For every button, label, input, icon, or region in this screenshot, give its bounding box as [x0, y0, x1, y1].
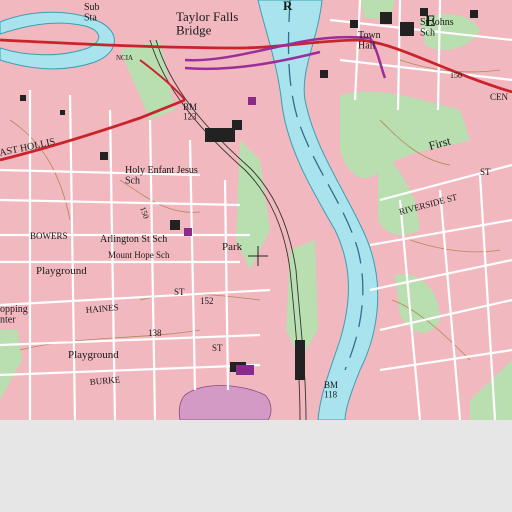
label-road-e: E	[425, 13, 436, 30]
label-playground-2: Playground	[68, 349, 119, 361]
label-arlington-st-sch: Arlington St Sch	[100, 234, 167, 245]
label-bm-118: BM 118	[324, 380, 338, 399]
label-cen: CEN	[490, 92, 509, 102]
label-playground-1: Playground	[36, 265, 87, 277]
label-contour-152: 152	[200, 296, 214, 306]
label-contour-150-right: 150	[450, 71, 462, 80]
label-bowers: BOWERS	[30, 231, 68, 241]
label-route-badge: NCIA	[116, 54, 133, 62]
label-contour-138: 138	[148, 328, 162, 338]
label-st-small: ST	[480, 167, 491, 177]
map-canvas: Taylor Falls Bridge Sub Sta Town Hall St Jo…	[0, 0, 512, 421]
label-st-mid: ST	[174, 287, 185, 297]
label-mount-hope-sch: Mount Hope Sch	[108, 250, 170, 260]
label-park: Park	[222, 241, 243, 253]
label-river-r: R	[283, 0, 293, 13]
label-st-lower: ST	[212, 343, 223, 353]
topographic-map[interactable]: Taylor Falls Bridge Sub Sta Town Hall St Jo…	[0, 0, 512, 421]
label-bm-123: BM 123	[183, 102, 197, 121]
empty-area	[0, 420, 512, 512]
